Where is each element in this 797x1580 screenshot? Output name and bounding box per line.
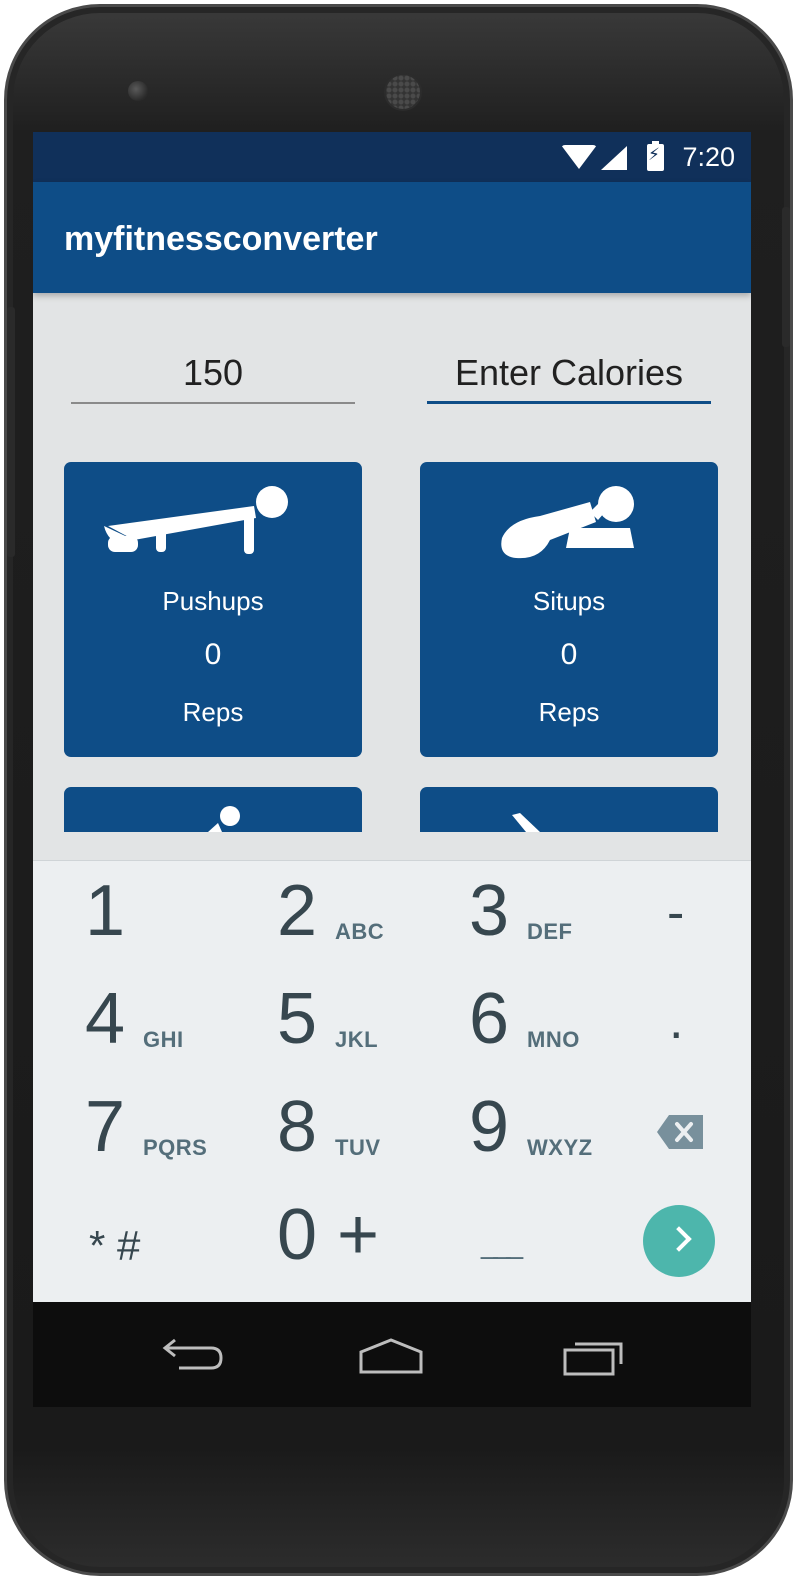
recents-icon[interactable] [561,1332,625,1380]
exercise-card-peek[interactable] [420,787,718,832]
key-space[interactable]: ___ [481,1185,561,1293]
card-value: 0 [204,638,222,671]
exercise-icon [208,806,240,832]
volume-button [7,307,15,557]
card-unit: Reps [182,697,244,727]
calories-input[interactable]: Enter Calories [427,352,711,404]
home-icon[interactable] [359,1332,423,1380]
exercise-icon [512,813,540,832]
card-unit: Reps [538,697,600,727]
status-bar: 7:20 [33,132,751,182]
key-minus[interactable]: - [667,861,727,969]
key-7[interactable]: 7 PQRS [85,1077,245,1185]
app-title: myfitnessconverter [64,220,378,258]
situp-icon [501,486,634,559]
key-5[interactable]: 5 JKL [277,969,417,1077]
battery-charging-icon [647,141,664,171]
key-2[interactable]: 2 ABC [277,861,417,969]
pushups-card[interactable]: Pushups 0 Reps [64,462,362,757]
screen: 7:20 myfitnessconverter 150 Enter Calori… [33,132,751,1407]
key-0-plus[interactable]: 0 + [277,1185,417,1293]
weight-input[interactable]: 150 [71,352,355,404]
key-8[interactable]: 8 TUV [277,1077,417,1185]
backspace-icon[interactable] [657,1115,703,1149]
card-label: Situps [532,586,606,616]
key-3[interactable]: 3 DEF [469,861,609,969]
card-label: Pushups [162,586,264,616]
app-bar: myfitnessconverter [33,182,751,293]
cell-signal-icon [601,146,627,170]
key-6[interactable]: 6 MNO [469,969,609,1077]
power-button [782,207,790,347]
key-1[interactable]: 1 [85,861,205,969]
proximity-sensor [128,81,148,101]
key-star-hash[interactable]: * # [89,1185,209,1293]
front-camera [384,73,422,111]
key-4[interactable]: 4 GHI [85,969,225,1077]
back-icon[interactable] [161,1332,225,1380]
pushup-icon [104,486,288,554]
navigation-bar [33,1302,751,1407]
card-value: 0 [560,638,578,671]
wifi-icon [561,145,597,169]
next-arrow-icon[interactable] [643,1205,715,1277]
exercise-card-peek[interactable] [64,787,362,832]
key-decimal[interactable]: . [669,969,729,1077]
key-9[interactable]: 9 WXYZ [469,1077,629,1185]
situps-card[interactable]: Situps 0 Reps [420,462,718,757]
status-time: 7:20 [682,142,735,172]
numeric-keypad: 1 2 ABC 3 DEF - 4 GHI 5 JKL 6 MNO . 7 PQ… [33,860,751,1302]
